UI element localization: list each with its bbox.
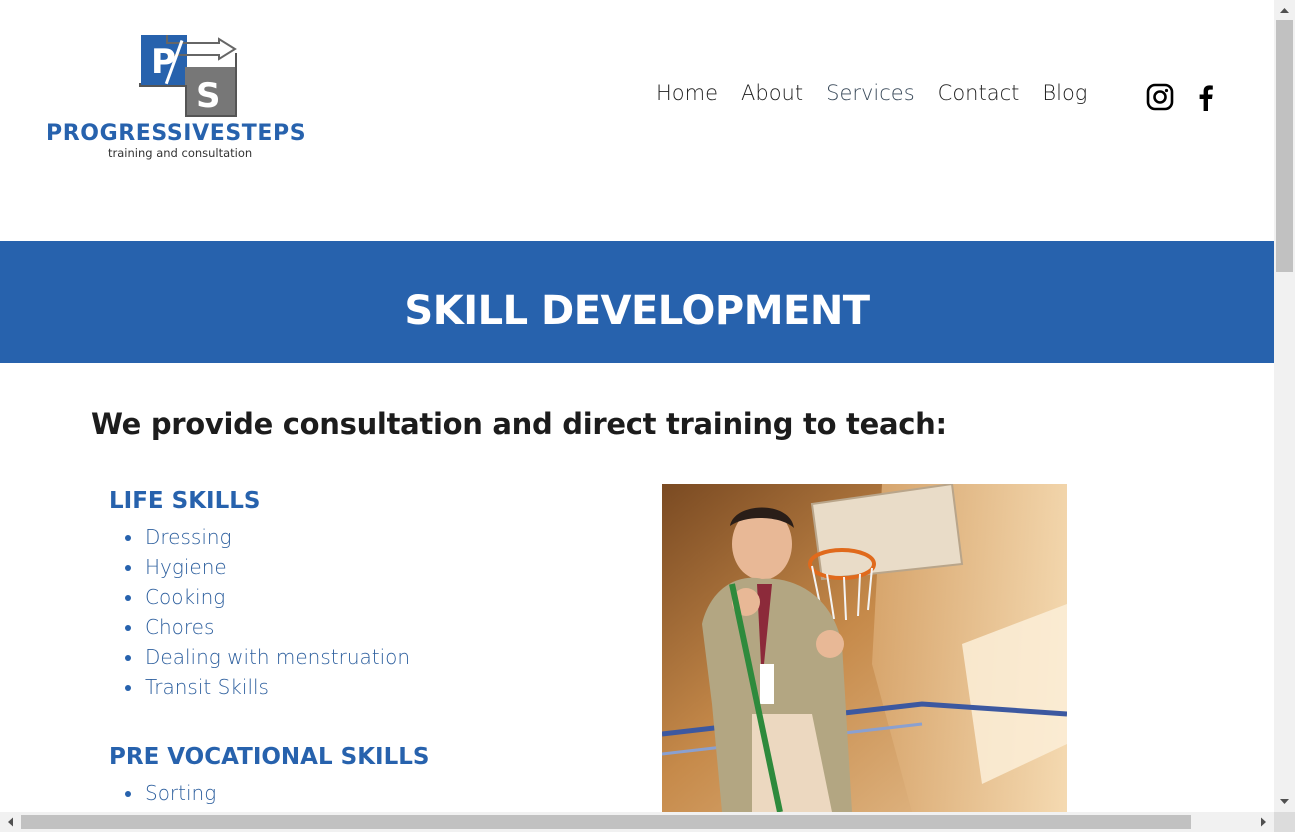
logo-wordmark: PROGRESSIVESTEPS — [46, 121, 307, 146]
nav-contact[interactable]: Contact — [938, 81, 1020, 105]
vertical-scroll-thumb[interactable] — [1276, 20, 1293, 272]
logo-tagline: training and consultation — [108, 146, 253, 160]
list-item: Dealing with menstruation — [109, 642, 410, 672]
list-item: Sorting — [109, 778, 216, 808]
section-title-life-skills: LIFE SKILLS — [109, 488, 261, 514]
instagram-icon[interactable] — [1146, 82, 1174, 112]
scroll-up-arrow-icon[interactable] — [1274, 2, 1295, 19]
facebook-icon[interactable] — [1192, 82, 1220, 112]
list-item: Cooking — [109, 582, 410, 612]
page-title: SKILL DEVELOPMENT — [404, 288, 870, 334]
main-nav: Home About Services Contact Blog — [656, 81, 1110, 105]
nav-blog[interactable]: Blog — [1042, 81, 1087, 105]
scroll-left-arrow-icon[interactable] — [2, 812, 19, 832]
page: P S PROGRESSIVESTEPS training and consul… — [0, 0, 1274, 812]
list-item: Hygiene — [109, 552, 410, 582]
site-logo[interactable]: P S PROGRESSIVESTEPS training and consul… — [45, 33, 337, 163]
horizontal-scrollbar[interactable] — [0, 812, 1274, 832]
nav-home[interactable]: Home — [656, 81, 718, 105]
logo-mark-icon: P S — [139, 35, 237, 117]
logo-letter-p: P — [151, 42, 176, 82]
scrollbar-corner — [1274, 812, 1295, 832]
horizontal-scroll-thumb[interactable] — [21, 815, 1191, 829]
skills-photo — [662, 484, 1067, 812]
section-title-pre-vocational: PRE VOCATIONAL SKILLS — [109, 744, 430, 770]
nav-about[interactable]: About — [741, 81, 803, 105]
list-item: Chores — [109, 612, 410, 642]
life-skills-list: Dressing Hygiene Cooking Chores Dealing … — [109, 522, 410, 702]
social-links — [1146, 82, 1220, 112]
vertical-scrollbar[interactable] — [1274, 0, 1295, 812]
scroll-right-arrow-icon[interactable] — [1255, 812, 1272, 832]
list-item: Transit Skills — [109, 672, 410, 702]
list-item: Dressing — [109, 522, 410, 552]
page-banner: SKILL DEVELOPMENT — [0, 241, 1274, 363]
nav-services[interactable]: Services — [826, 81, 915, 105]
intro-heading: We provide consultation and direct train… — [91, 407, 947, 441]
logo-letter-s: S — [196, 76, 221, 116]
pre-vocational-list: Sorting — [109, 778, 216, 808]
scroll-down-arrow-icon[interactable] — [1274, 793, 1295, 810]
